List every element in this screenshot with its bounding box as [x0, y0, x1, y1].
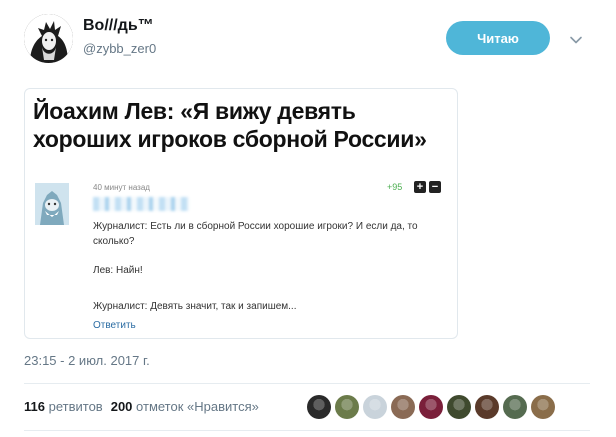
comment-line-answer: Лев: Найн!: [93, 265, 143, 276]
liker-avatar[interactable]: [363, 395, 387, 419]
likes-label: отметок «Нравится»: [136, 399, 259, 414]
tweet-stats: 116 ретвитов 200 отметок «Нравится»: [24, 399, 259, 414]
commenter-avatar: [35, 183, 69, 225]
blurred-username: [93, 197, 189, 211]
embedded-image[interactable]: Йоахим Лев: «Я вижу девять хороших игрок…: [24, 88, 458, 339]
liker-avatar[interactable]: [531, 395, 555, 419]
divider: [24, 430, 590, 431]
comment-line-question: Журналист: Есть ли в сборной России хоро…: [93, 221, 418, 247]
author-avatar[interactable]: [24, 14, 73, 63]
liker-avatar[interactable]: [503, 395, 527, 419]
retweets-stat[interactable]: 116 ретвитов: [24, 399, 103, 414]
liker-avatar[interactable]: [447, 395, 471, 419]
likers-avatars: [307, 395, 555, 419]
comment-time: 40 минут назад: [93, 183, 150, 192]
tweet-timestamp[interactable]: 23:15 - 2 июл. 2017 г.: [24, 353, 150, 368]
author-handle[interactable]: @zybb_zer0: [83, 41, 156, 56]
reply-link: Ответить: [93, 320, 136, 331]
likes-count: 200: [110, 399, 133, 414]
liker-avatar[interactable]: [391, 395, 415, 419]
liker-avatar[interactable]: [419, 395, 443, 419]
plus-icon: +: [414, 181, 426, 193]
liker-avatar[interactable]: [475, 395, 499, 419]
author-name[interactable]: Во///дь™: [83, 17, 154, 35]
following-button[interactable]: Читаю: [446, 21, 550, 55]
retweets-label: ретвитов: [48, 399, 103, 414]
retweets-count: 116: [24, 399, 45, 414]
liker-avatar[interactable]: [307, 395, 331, 419]
likes-stat[interactable]: 200 отметок «Нравится»: [111, 399, 259, 414]
article-headline: Йоахим Лев: «Я вижу девять хороших игрок…: [33, 98, 427, 152]
chevron-down-icon[interactable]: [569, 33, 583, 47]
minus-icon: −: [429, 181, 441, 193]
liker-avatar[interactable]: [335, 395, 359, 419]
comment-score: +95: [387, 182, 403, 192]
comment-line-followup: Журналист: Девять значит, так и запишем.…: [93, 301, 297, 312]
divider: [24, 383, 590, 384]
